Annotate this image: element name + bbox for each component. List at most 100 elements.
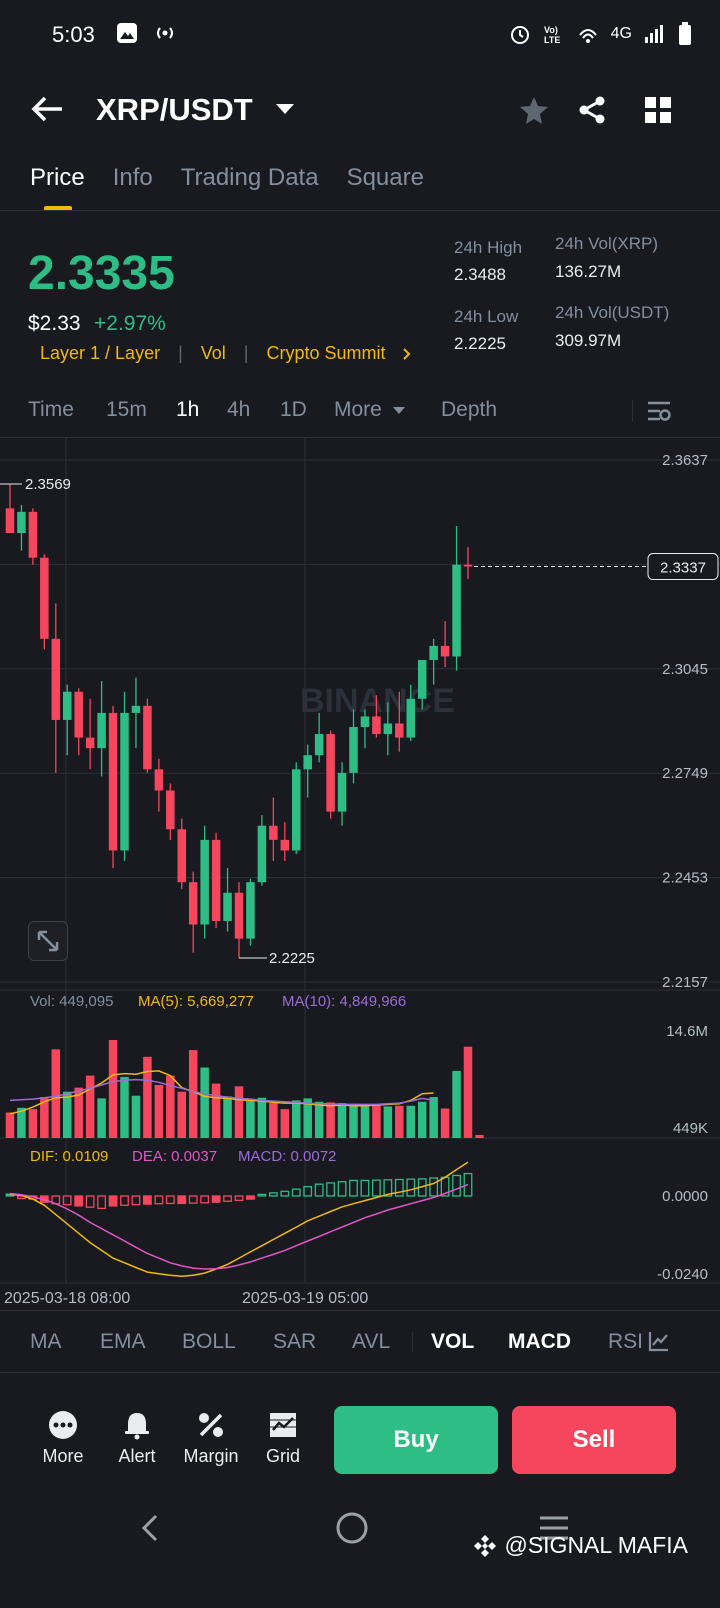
interval-15m[interactable]: 15m [106, 398, 147, 422]
candle-body [166, 790, 175, 830]
macd-histogram-bar [97, 1195, 106, 1210]
pair-title[interactable]: XRP/USDT [96, 92, 253, 128]
grid-bot-icon [270, 1413, 296, 1437]
macd-histogram-bar [280, 1190, 290, 1197]
more-dots-icon [49, 1411, 77, 1439]
share-icon[interactable] [576, 94, 608, 126]
tag-vol[interactable]: Vol [201, 343, 226, 364]
macd-histogram-bar [314, 1183, 324, 1197]
volume-bar [269, 1103, 278, 1138]
candle-body [246, 882, 255, 939]
high-marker-label: 2.3569 [25, 476, 71, 493]
macd-histogram-bar [360, 1179, 370, 1197]
volume-bar [234, 1086, 244, 1138]
volume-bar [280, 1109, 290, 1138]
low-label: 24h Low [454, 307, 519, 326]
more-caret-icon[interactable] [392, 406, 406, 416]
macd-histogram-bar [349, 1179, 358, 1197]
macd-histogram-bar [188, 1195, 198, 1204]
tag-crypto-summit[interactable]: Crypto Summit [266, 343, 385, 364]
nav-home-icon[interactable] [334, 1510, 370, 1546]
indicator-ema[interactable]: EMA [100, 1330, 146, 1354]
vol-base-label: 24h Vol(XRP) [555, 234, 658, 253]
indicator-sar[interactable]: SAR [273, 1330, 316, 1354]
indicator-rsi[interactable]: RSI [608, 1330, 642, 1354]
interval-time[interactable]: Time [28, 398, 74, 422]
interval-more[interactable]: More [334, 398, 382, 422]
interval-1d[interactable]: 1D [280, 398, 307, 422]
candle-body [269, 825, 278, 840]
tag-layer1[interactable]: Layer 1 / Layer [40, 343, 160, 364]
candle-body [349, 726, 358, 773]
star-icon[interactable] [518, 94, 550, 126]
indicator-ma[interactable]: MA [30, 1330, 62, 1354]
volume-bar [177, 1091, 186, 1138]
interval-1h[interactable]: 1h [176, 398, 199, 422]
ma10-line [9, 1078, 434, 1106]
indicator-divider [412, 1332, 413, 1352]
volume-bar [51, 1049, 61, 1138]
last-price: 2.3335 [28, 247, 175, 300]
macd-histogram-bar [429, 1177, 439, 1197]
tab-square[interactable]: Square [347, 164, 424, 192]
indicator-avl[interactable]: AVL [352, 1330, 390, 1354]
usd-price: $2.33 [28, 312, 81, 335]
tab-trading-data[interactable]: Trading Data [181, 164, 319, 192]
macd-histogram-bar [326, 1182, 336, 1197]
buy-button[interactable]: Buy [334, 1406, 498, 1474]
page-tabs: Price Info Trading Data Square [30, 164, 424, 192]
macd-axis-min: -0.0240 [657, 1266, 708, 1283]
back-arrow-icon[interactable] [30, 94, 64, 124]
indicator-vol[interactable]: VOL [431, 1330, 474, 1354]
macd-histogram-bar [62, 1195, 72, 1206]
pair-dropdown-caret-icon[interactable] [276, 104, 294, 114]
volume-bar [429, 1097, 438, 1138]
volume-bar [349, 1103, 358, 1138]
macd-histogram-bar [74, 1195, 84, 1207]
candle-body [314, 734, 324, 756]
volume-bar [97, 1098, 106, 1138]
margin-action[interactable]: Margin [176, 1410, 246, 1467]
interval-4h[interactable]: 4h [227, 398, 250, 422]
grid-menu-icon[interactable] [642, 94, 674, 126]
alert-label: Alert [118, 1446, 156, 1466]
vol-legend: Vol: 449,095 [30, 993, 114, 1010]
status-bar: 5:03 Vo) LTE 4G [0, 0, 720, 70]
y-tick-label: 2.2453 [662, 870, 708, 887]
candle-body [120, 712, 129, 851]
volume-bar [360, 1105, 370, 1138]
y-tick-label: 2.2749 [662, 765, 708, 782]
nav-back-icon[interactable] [136, 1510, 166, 1546]
candle-body [326, 734, 335, 812]
chevron-right-icon[interactable] [396, 346, 418, 362]
volume-bar [246, 1099, 255, 1138]
tab-info[interactable]: Info [113, 164, 153, 192]
macd-histogram-bar [200, 1195, 210, 1204]
wifi-calling-icon [578, 29, 597, 43]
sell-button[interactable]: Sell [512, 1406, 676, 1474]
macd-histogram-bar [211, 1195, 221, 1203]
alert-action[interactable]: Alert [102, 1410, 172, 1467]
indicator-settings-icon[interactable] [648, 1330, 670, 1352]
interval-depth[interactable]: Depth [441, 398, 497, 422]
macd-histogram-bar [234, 1195, 244, 1201]
volume-bar [475, 1134, 484, 1138]
more-action[interactable]: More [28, 1410, 98, 1467]
vol-quote-value: 309.97M [555, 331, 622, 350]
macd-axis-zero: 0.0000 [662, 1188, 708, 1205]
tab-price[interactable]: Price [30, 164, 85, 192]
indicator-macd[interactable]: MACD [508, 1330, 571, 1354]
grid-label: Grid [265, 1446, 300, 1466]
grid-action[interactable]: Grid [248, 1410, 318, 1467]
candlestick-chart[interactable]: BINANCE 2.36372.33412.30452.27492.24532.… [0, 438, 720, 1310]
volume-bar [143, 1056, 152, 1138]
indicator-boll[interactable]: BOLL [182, 1330, 236, 1354]
battery-icon [679, 22, 691, 45]
chart-settings-icon[interactable] [646, 399, 672, 423]
price-change-percent: +2.97% [94, 312, 166, 335]
macd-histogram-bar [257, 1193, 267, 1197]
volume-bar [120, 1076, 129, 1138]
candle-body [85, 737, 95, 749]
fullscreen-button[interactable] [28, 921, 68, 961]
candle-body [108, 712, 118, 851]
